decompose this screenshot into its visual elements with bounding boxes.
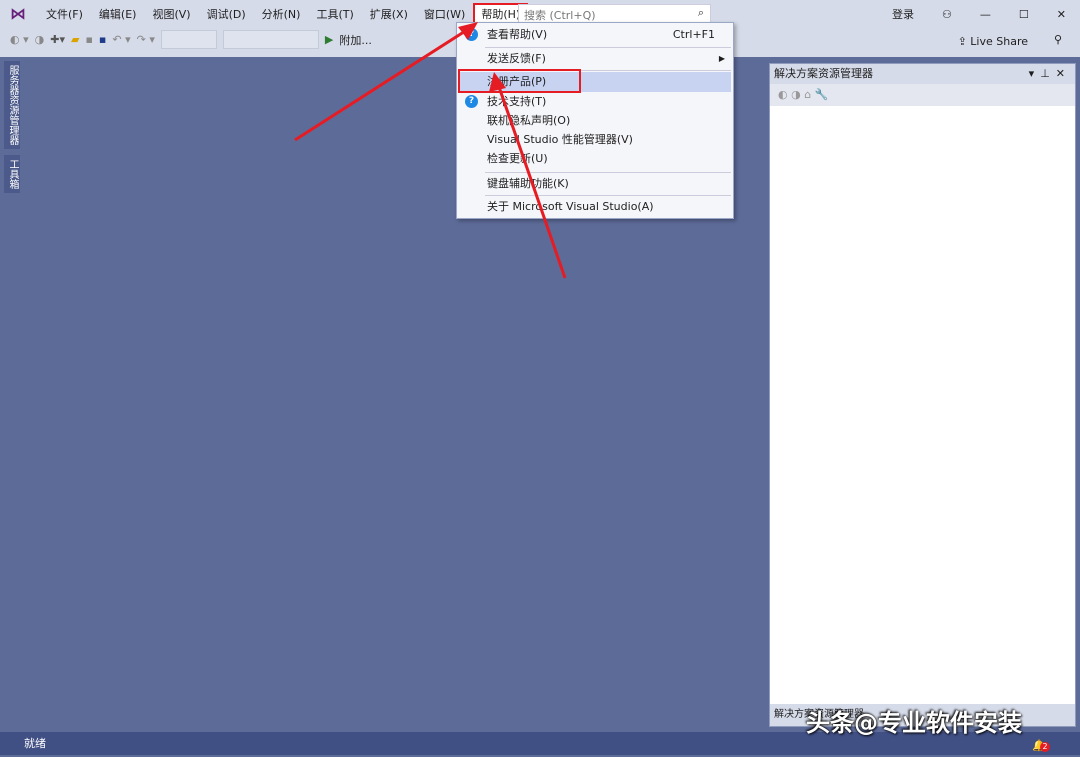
- notification-badge: 2: [1040, 742, 1050, 752]
- menu-item-support[interactable]: ? 技术支持(T): [459, 92, 731, 112]
- save-icon[interactable]: ▪: [85, 33, 92, 46]
- label: 发送反馈(F): [487, 52, 546, 65]
- open-icon[interactable]: ▰: [71, 33, 79, 46]
- tab-server-explorer[interactable]: 服务器资源管理器: [4, 61, 20, 149]
- label: 联机隐私声明(O): [487, 114, 571, 127]
- share-icon: ⇪: [957, 35, 971, 48]
- undo-icon[interactable]: ↶ ▾: [112, 33, 130, 46]
- search-icon: ⌕: [697, 6, 704, 19]
- platform-dropdown[interactable]: [222, 30, 319, 49]
- watermark: 头条@专业软件安装: [806, 709, 1022, 737]
- account-icon[interactable]: ⚇: [942, 8, 952, 21]
- play-icon[interactable]: ▶: [325, 33, 333, 46]
- live-share-label: Live Share: [970, 35, 1028, 48]
- menu-bar: ⋈ 文件(F) 编辑(E) 视图(V) 调试(D) 分析(N) 工具(T) 扩展…: [0, 3, 529, 25]
- menu-item-perf[interactable]: Visual Studio 性能管理器(V): [459, 130, 731, 150]
- menu-analyze[interactable]: 分析(N): [254, 3, 309, 25]
- vs-logo-icon: ⋈: [10, 4, 26, 23]
- forward-icon[interactable]: ◑: [35, 33, 45, 46]
- panel-title: 解决方案资源管理器: [774, 67, 873, 80]
- help-icon: ?: [465, 28, 478, 41]
- menu-tools[interactable]: 工具(T): [308, 3, 361, 25]
- separator: [485, 172, 731, 173]
- menu-edit[interactable]: 编辑(E): [91, 3, 145, 25]
- minimize-button[interactable]: —: [980, 8, 991, 21]
- shortcut: Ctrl+F1: [672, 28, 715, 41]
- config-dropdown[interactable]: [160, 30, 217, 49]
- panel-toolbar: ◐ ◑ ⌂ 🔧: [770, 84, 1075, 106]
- menu-item-privacy[interactable]: 联机隐私声明(O): [459, 111, 731, 131]
- menu-item-keyboard[interactable]: 键盘辅助功能(K): [459, 174, 731, 194]
- separator: [485, 195, 731, 196]
- back-icon[interactable]: ◐ ▾: [10, 33, 29, 46]
- highlight-box: [458, 69, 581, 93]
- left-dock: 服务器资源管理器 工具箱: [0, 57, 22, 732]
- label: 技术支持(T): [487, 95, 547, 108]
- label: Visual Studio 性能管理器(V): [487, 133, 633, 146]
- window-controls: 登录 ⚇ — ☐ ✕: [878, 6, 1080, 22]
- toolbar: ◐ ▾ ◑ ✚▾ ▰ ▪ ▪ ↶ ▾ ↷ ▾ ▶ 附加...: [10, 30, 372, 49]
- label: 关于 Microsoft Visual Studio(A): [487, 200, 654, 213]
- back-icon[interactable]: ◐ ◑ ⌂: [778, 88, 811, 101]
- tab-toolbox[interactable]: 工具箱: [4, 155, 20, 193]
- attach-button[interactable]: 附加...: [339, 32, 372, 48]
- menu-item-updates[interactable]: 检查更新(U): [459, 149, 731, 169]
- submenu-arrow-icon: ▶: [718, 54, 725, 63]
- help-menu: ? 查看帮助(V) Ctrl+F1 发送反馈(F) ▶ 注册产品(P) ? 技术支持(T…: [456, 22, 734, 219]
- menu-file[interactable]: 文件(F): [38, 3, 91, 25]
- label: 查看帮助(V): [487, 28, 548, 41]
- live-share-button[interactable]: ⇪ Live Share: [958, 35, 1028, 48]
- feedback-icon[interactable]: ⚲: [1054, 33, 1062, 46]
- solution-explorer-panel: 解决方案资源管理器 ▾⊥✕ ◐ ◑ ⌂ 🔧 解决方案资源管理器: [769, 63, 1076, 727]
- new-project-icon[interactable]: ✚▾: [50, 33, 65, 46]
- search-placeholder: 搜索 (Ctrl+Q): [524, 9, 596, 22]
- menu-view[interactable]: 视图(V): [144, 3, 198, 25]
- separator: [485, 47, 731, 48]
- menu-item-about[interactable]: 关于 Microsoft Visual Studio(A): [459, 197, 731, 217]
- save-all-icon[interactable]: ▪: [99, 33, 106, 46]
- close-button[interactable]: ✕: [1057, 8, 1066, 21]
- search-input[interactable]: 搜索 (Ctrl+Q) ⌕: [518, 4, 711, 23]
- label: 键盘辅助功能(K): [487, 177, 569, 190]
- menu-item-feedback[interactable]: 发送反馈(F) ▶: [459, 49, 731, 69]
- redo-icon[interactable]: ↷ ▾: [137, 33, 155, 46]
- maximize-button[interactable]: ☐: [1019, 8, 1029, 21]
- wrench-icon[interactable]: 🔧: [815, 88, 829, 101]
- panel-header: 解决方案资源管理器 ▾⊥✕: [770, 64, 1075, 84]
- menu-debug[interactable]: 调试(D): [199, 3, 254, 25]
- signin-link[interactable]: 登录: [892, 6, 914, 22]
- label: 检查更新(U): [487, 152, 548, 165]
- menu-item-view-help[interactable]: ? 查看帮助(V) Ctrl+F1: [459, 25, 731, 45]
- status-text: 就绪: [24, 737, 46, 750]
- menu-extensions[interactable]: 扩展(X): [362, 3, 416, 25]
- question-icon: ?: [465, 95, 478, 108]
- panel-controls[interactable]: ▾⊥✕: [1029, 64, 1071, 84]
